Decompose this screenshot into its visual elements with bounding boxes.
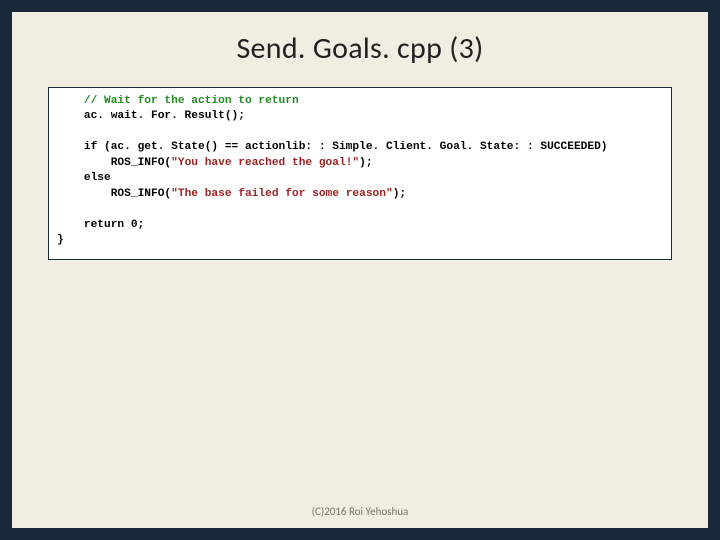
code-line: return 0; [57, 219, 144, 231]
slide-footer: (C)2016 Roi Yehoshua [12, 505, 708, 518]
code-string: "The base failed for some reason" [171, 188, 393, 200]
code-string: "You have reached the goal!" [171, 157, 359, 169]
code-line: ); [393, 188, 406, 200]
code-line: ROS_INFO( [57, 188, 171, 200]
code-line: ac. wait. For. Result(); [57, 110, 245, 122]
code-snippet-box: // Wait for the action to return ac. wai… [48, 87, 672, 260]
code-blank [57, 126, 64, 138]
slide: Send. Goals. cpp (3) // Wait for the act… [12, 12, 708, 528]
code-blank [57, 203, 64, 215]
code-line: } [57, 234, 64, 246]
code-line: else [57, 172, 111, 184]
slide-title: Send. Goals. cpp (3) [12, 12, 708, 87]
code-line: if (ac. get. State() == actionlib: : Sim… [57, 141, 608, 153]
code-line: ROS_INFO( [57, 157, 171, 169]
code-comment: // Wait for the action to return [57, 95, 299, 107]
code-block: // Wait for the action to return ac. wai… [57, 94, 663, 249]
code-line: ); [359, 157, 372, 169]
